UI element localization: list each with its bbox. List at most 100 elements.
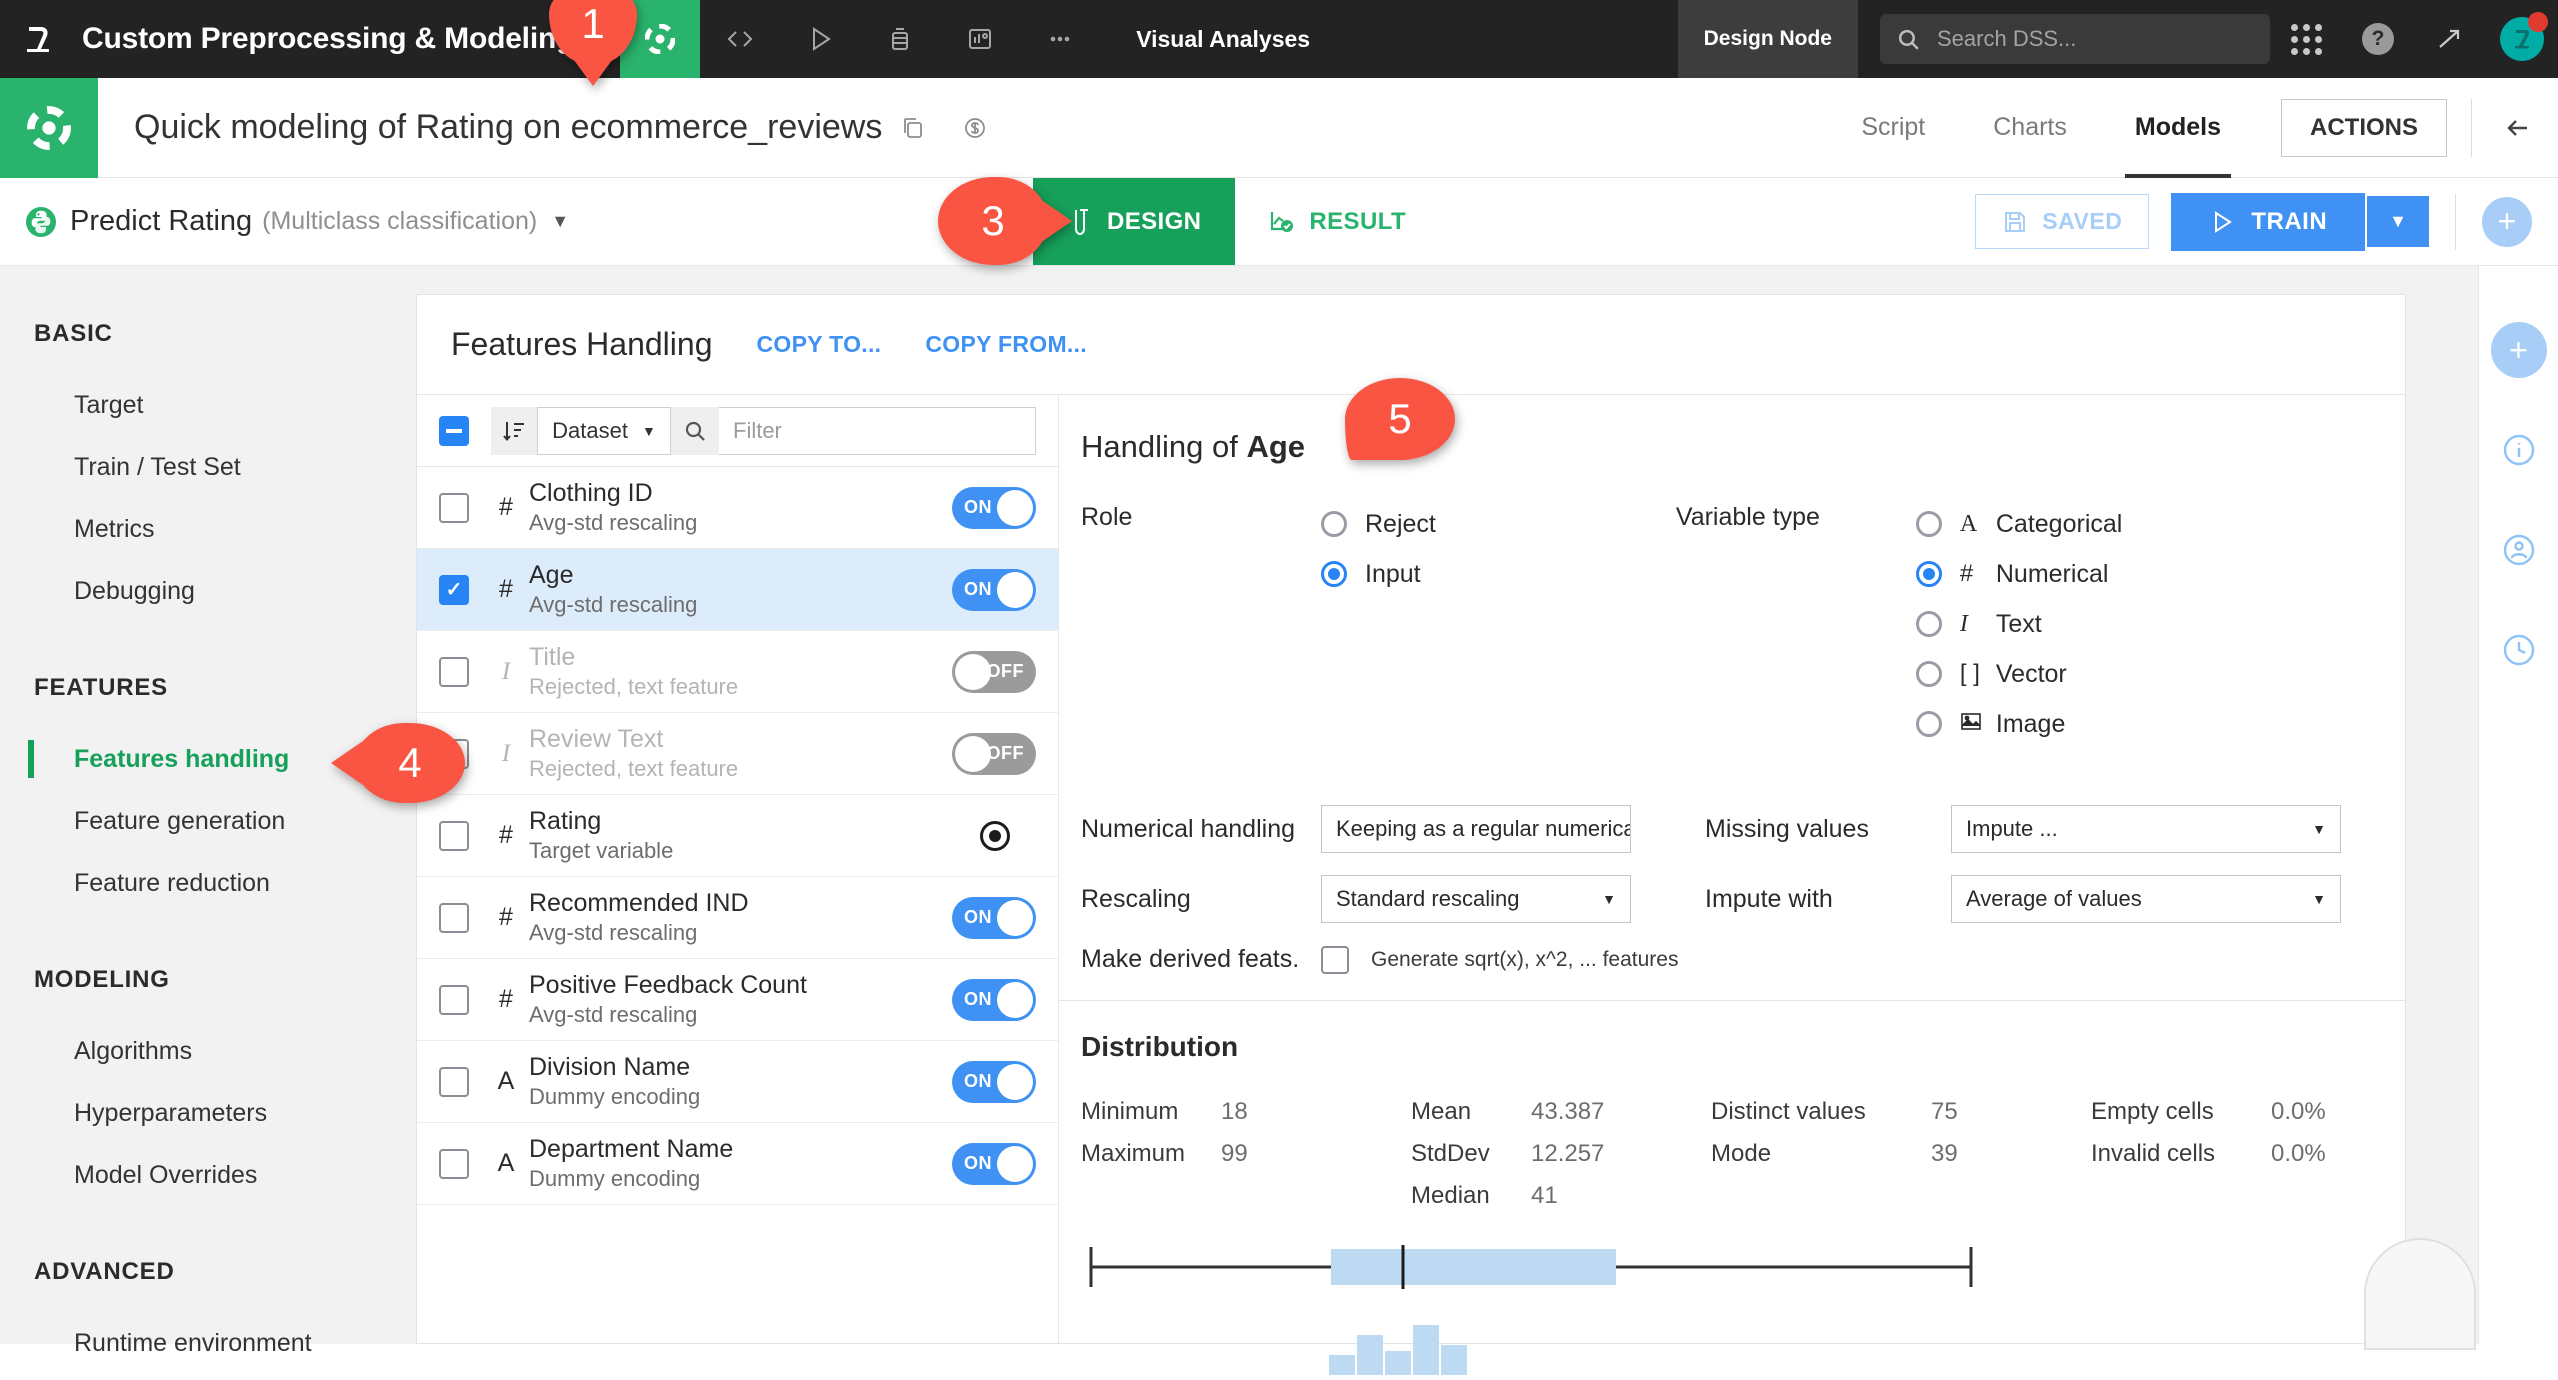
search-input[interactable] <box>1937 26 2254 52</box>
rail-info-icon[interactable] <box>2491 422 2547 478</box>
table-row[interactable]: I Review Text Rejected, text feature OFF <box>417 713 1058 795</box>
notification-badge <box>2528 12 2548 32</box>
more-icon[interactable] <box>1020 0 1100 78</box>
code-icon[interactable] <box>700 0 780 78</box>
tab-script[interactable]: Script <box>1827 78 1959 178</box>
vartype-option-image[interactable]: Image <box>1916 699 2122 749</box>
row-toggle[interactable]: ON <box>952 1143 1036 1185</box>
radio-input[interactable] <box>1321 561 1347 587</box>
row-toggle[interactable]: OFF <box>952 651 1036 693</box>
role-option-input[interactable]: Input <box>1321 549 1436 599</box>
table-row[interactable]: # Positive Feedback Count Avg-std rescal… <box>417 959 1058 1041</box>
row-checkbox[interactable] <box>439 1067 469 1097</box>
table-row[interactable]: A Division Name Dummy encoding ON <box>417 1041 1058 1123</box>
copy-from-button[interactable]: COPY FROM... <box>925 331 1087 358</box>
tab-charts[interactable]: Charts <box>1959 78 2101 178</box>
vartype-image-label: Image <box>1960 710 2065 739</box>
row-checkbox[interactable] <box>439 821 469 851</box>
radio-vector[interactable] <box>1916 661 1942 687</box>
apps-grid-icon[interactable] <box>2270 0 2342 78</box>
vartype-option-text[interactable]: I Text <box>1916 599 2122 649</box>
design-node-badge[interactable]: Design Node <box>1678 0 1858 78</box>
chevron-down-icon[interactable]: ▼ <box>551 211 569 232</box>
variable-type-label: Variable type <box>1676 499 1916 749</box>
row-toggle[interactable]: ON <box>952 897 1036 939</box>
sidebar-item-target[interactable]: Target <box>0 374 416 436</box>
copy-to-button[interactable]: COPY TO... <box>756 331 881 358</box>
radio-reject[interactable] <box>1321 511 1347 537</box>
jobs-icon[interactable] <box>860 0 940 78</box>
project-tabs: Script Charts Models ACTIONS <box>1827 78 2558 178</box>
flow-glyph <box>645 24 675 54</box>
sidebar-item-metrics[interactable]: Metrics <box>0 498 416 560</box>
row-checkbox[interactable] <box>439 493 469 523</box>
play-icon[interactable] <box>780 0 860 78</box>
vartype-option-categorical[interactable]: A Categorical <box>1916 499 2122 549</box>
tab-models[interactable]: Models <box>2101 78 2255 178</box>
row-toggle[interactable]: OFF <box>952 733 1036 775</box>
dashboard-icon[interactable] <box>940 0 1020 78</box>
role-option-reject[interactable]: Reject <box>1321 499 1436 549</box>
dollar-icon[interactable] <box>944 115 1006 141</box>
row-toggle[interactable]: ON <box>952 487 1036 529</box>
row-type-glyph: # <box>483 985 529 1014</box>
saved-button[interactable]: SAVED <box>1975 194 2149 249</box>
vartype-option-vector[interactable]: [ ] Vector <box>1916 649 2122 699</box>
user-avatar-wrapper[interactable] <box>2486 0 2558 78</box>
predict-identity[interactable]: Predict Rating (Multiclass classificatio… <box>0 205 569 238</box>
radio-text[interactable] <box>1916 611 1942 637</box>
rail-discussions-icon[interactable] <box>2491 522 2547 578</box>
trend-icon[interactable] <box>2414 0 2486 78</box>
row-checkbox[interactable] <box>439 903 469 933</box>
table-row[interactable]: A Department Name Dummy encoding ON <box>417 1123 1058 1205</box>
actions-button[interactable]: ACTIONS <box>2281 99 2447 157</box>
sidebar-item-feature-generation[interactable]: Feature generation <box>0 790 416 852</box>
back-arrow-icon[interactable] <box>2480 110 2558 146</box>
rail-history-icon[interactable] <box>2491 622 2547 678</box>
sidebar-item-feature-reduction[interactable]: Feature reduction <box>0 852 416 914</box>
sidebar-item-runtime-environment[interactable]: Runtime environment <box>0 1312 416 1374</box>
topbar-section-label[interactable]: Visual Analyses <box>1136 26 1310 53</box>
table-row[interactable]: ✓ # Age Avg-std rescaling ON <box>417 549 1058 631</box>
numerical-handling-select[interactable]: Keeping as a regular numerica ▼ <box>1321 805 1631 853</box>
radio-image[interactable] <box>1916 711 1942 737</box>
rail-add-icon[interactable]: + <box>2491 322 2547 378</box>
table-row[interactable]: I Title Rejected, text feature OFF <box>417 631 1058 713</box>
sidebar-item-hyperparameters[interactable]: Hyperparameters <box>0 1082 416 1144</box>
sort-icon[interactable] <box>491 407 537 455</box>
result-tab[interactable]: RESULT <box>1235 178 1440 265</box>
sidebar-item-train-test-set[interactable]: Train / Test Set <box>0 436 416 498</box>
row-checkbox[interactable] <box>439 1149 469 1179</box>
table-row[interactable]: # Clothing ID Avg-std rescaling ON <box>417 467 1058 549</box>
sort-source-select[interactable]: Dataset ▼ <box>537 407 671 455</box>
vartype-option-numerical[interactable]: # Numerical <box>1916 549 2122 599</box>
sidebar-item-model-overrides[interactable]: Model Overrides <box>0 1144 416 1206</box>
radio-numerical[interactable] <box>1916 561 1942 587</box>
train-button[interactable]: TRAIN <box>2171 193 2365 251</box>
add-button[interactable]: + <box>2482 197 2532 247</box>
row-toggle[interactable]: ON <box>952 569 1036 611</box>
filter-input[interactable] <box>719 407 1036 455</box>
select-all-checkbox[interactable] <box>439 416 469 446</box>
row-checkbox[interactable] <box>439 657 469 687</box>
impute-with-select[interactable]: Average of values ▼ <box>1951 875 2341 923</box>
table-row[interactable]: # Recommended IND Avg-std rescaling ON <box>417 877 1058 959</box>
global-search-box[interactable] <box>1880 14 2270 64</box>
row-toggle[interactable]: ON <box>952 1061 1036 1103</box>
rescaling-select[interactable]: Standard rescaling ▼ <box>1321 875 1631 923</box>
copy-icon[interactable] <box>882 115 944 141</box>
topbar-project-title[interactable]: Custom Preprocessing & Modeling <box>82 22 574 56</box>
dataiku-logo[interactable] <box>0 0 78 78</box>
sidebar-item-debugging[interactable]: Debugging <box>0 560 416 622</box>
help-icon[interactable]: ? <box>2342 0 2414 78</box>
missing-values-select[interactable]: Impute ... ▼ <box>1951 805 2341 853</box>
row-checkbox[interactable] <box>439 985 469 1015</box>
row-toggle[interactable]: ON <box>952 979 1036 1021</box>
derived-feats-checkbox[interactable] <box>1321 946 1349 974</box>
sidebar-item-algorithms[interactable]: Algorithms <box>0 1020 416 1082</box>
row-checkbox[interactable]: ✓ <box>439 575 469 605</box>
table-row[interactable]: # Rating Target variable <box>417 795 1058 877</box>
chat-launcher[interactable] <box>2364 1238 2476 1350</box>
radio-categorical[interactable] <box>1916 511 1942 537</box>
train-dropdown-button[interactable]: ▼ <box>2367 196 2429 247</box>
